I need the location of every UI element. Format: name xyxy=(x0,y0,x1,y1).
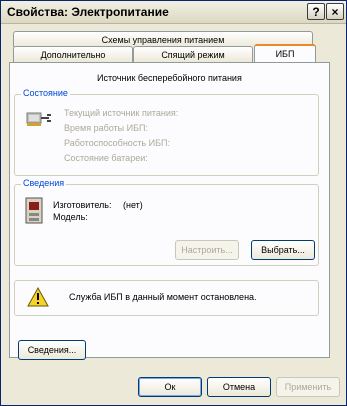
panel-heading: Источник бесперебойного питания xyxy=(97,73,242,83)
status-runtime: Время работы ИБП: xyxy=(64,123,148,133)
service-status-box: Служба ИБП в данный момент остановлена. xyxy=(14,280,319,316)
cancel-button[interactable]: Отмена xyxy=(207,377,271,397)
apply-button[interactable]: Применить xyxy=(276,377,340,397)
ups-device-icon xyxy=(25,197,45,227)
details-legend: Сведения xyxy=(21,178,67,188)
service-message: Служба ИБП в данный момент остановлена. xyxy=(69,292,257,302)
manufacturer-value: (нет) xyxy=(123,200,143,210)
window-title: Свойства: Электропитание xyxy=(7,5,169,19)
status-group: Состояние Текущий источник питания: Врем… xyxy=(14,88,319,176)
close-button[interactable]: × xyxy=(326,3,344,20)
info-button[interactable]: Сведения... xyxy=(18,340,86,360)
properties-dialog: Свойства: Электропитание ? × Схемы управ… xyxy=(0,0,347,406)
select-button[interactable]: Выбрать... xyxy=(251,240,315,260)
status-battery: Состояние батареи: xyxy=(64,153,148,163)
status-health: Работоспособность ИБП: xyxy=(64,138,170,148)
warning-icon xyxy=(27,286,49,309)
title-bar[interactable]: Свойства: Электропитание ? × xyxy=(1,1,346,24)
tab-ups[interactable]: ИБП xyxy=(254,44,316,62)
status-legend: Состояние xyxy=(21,88,70,98)
configure-button[interactable]: Настроить... xyxy=(175,240,239,260)
power-plug-icon xyxy=(25,107,53,131)
tab-advanced[interactable]: Дополнительно xyxy=(13,46,133,62)
tab-hibernate[interactable]: Спящий режим xyxy=(133,46,253,62)
help-button[interactable]: ? xyxy=(307,3,325,20)
model-label: Модель: xyxy=(53,212,88,222)
details-group: Сведения Изготовитель: (нет) Модель: Нас… xyxy=(14,178,319,266)
ok-button[interactable]: Ок xyxy=(138,377,202,397)
status-current-source: Текущий источник питания: xyxy=(64,108,179,118)
manufacturer-label: Изготовитель: xyxy=(53,200,112,210)
ups-panel: Источник бесперебойного питания Состояни… xyxy=(9,62,330,360)
